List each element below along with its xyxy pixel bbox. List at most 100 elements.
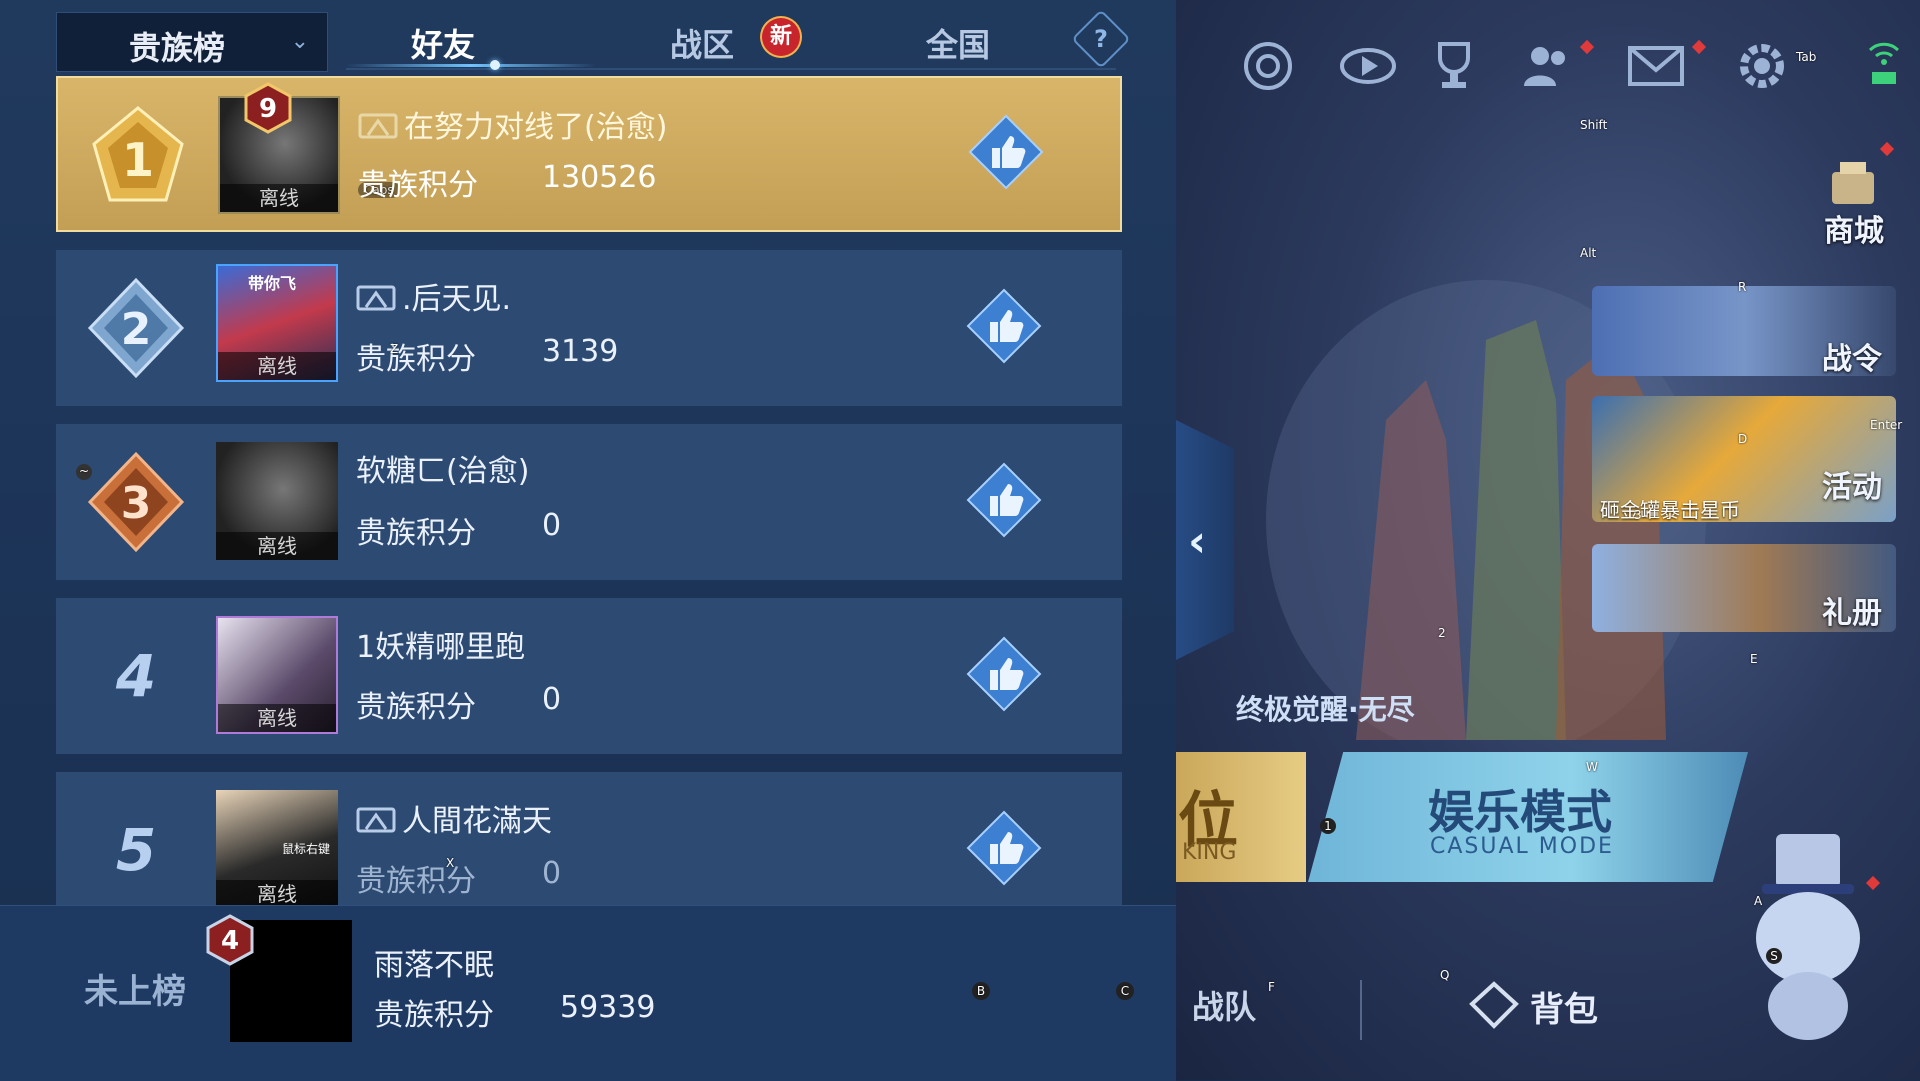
key-hint-enter: Enter — [1870, 418, 1903, 432]
leaderboard-row: 5 鼠标右键 离线 人間花滿天 贵族积分 X 0 — [56, 772, 1122, 905]
player-name: 在努力对线了(治愈) — [404, 110, 668, 145]
score-label: 贵族积分 — [356, 864, 476, 899]
tab-friends[interactable]: 好友 — [411, 20, 475, 66]
offline-label: 离线 — [218, 352, 336, 380]
thumbs-up-icon[interactable] — [966, 810, 1042, 886]
key-hint-e: E — [1750, 652, 1758, 666]
avatar[interactable]: 离线 — [216, 442, 338, 560]
key-hint-2: 2 — [1438, 626, 1446, 640]
shop-icon[interactable] — [1826, 156, 1880, 210]
notification-dot — [1691, 39, 1707, 55]
offline-label: 离线 — [218, 704, 336, 732]
shop-label[interactable]: 商城 — [1824, 206, 1884, 250]
friend-card-icon — [356, 807, 396, 833]
score-label: 贵族积分 — [356, 342, 476, 377]
leaderboard-panel: 贵族榜 ⌄ 好友 战区 新 全国 ? 1 离线 9 Caps 在努力对线了(治愈… — [0, 0, 1176, 1081]
key-hint-d: D — [1738, 432, 1748, 446]
tab-divider — [346, 68, 1116, 70]
key-hint-alt: Alt — [1580, 246, 1597, 260]
score-value: 0 — [542, 682, 562, 717]
backpack-icon — [1469, 981, 1519, 1029]
score-label: 贵族积分 — [358, 168, 478, 203]
key-hint-a: A — [1754, 894, 1763, 908]
collapse-panel-button[interactable]: ‹ — [1176, 420, 1234, 660]
key-hint-1: 1 — [1320, 818, 1336, 834]
player-name-line: 1妖精哪里跑 — [356, 622, 525, 666]
ranked-mode-button[interactable]: 位 KING — [1176, 752, 1306, 882]
help-button[interactable]: ? — [1071, 9, 1131, 69]
offline-label: 离线 — [216, 532, 338, 560]
mail-icon[interactable] — [1628, 38, 1684, 94]
battlepass-label: 战令 — [1822, 342, 1882, 376]
score-value: 0 — [542, 856, 562, 891]
friends-icon[interactable] — [1520, 38, 1576, 94]
active-tab-dot — [490, 60, 500, 70]
avatar[interactable]: 离线 — [216, 616, 338, 734]
activity-label: 活动 — [1822, 470, 1882, 505]
ranked-mode-sublabel: KING — [1182, 840, 1237, 865]
replay-icon[interactable] — [1340, 38, 1396, 94]
team-button[interactable]: 战队 — [1192, 982, 1256, 1028]
player-name-line: 人間花滿天 — [356, 796, 552, 840]
key-hint-b: B — [972, 982, 990, 1000]
noble-level: 4 — [221, 926, 239, 956]
active-tab-indicator — [346, 64, 596, 67]
player-name: 人間花滿天 — [402, 804, 552, 839]
player-name-line: .后天见. — [356, 274, 511, 318]
player-name-line: 软糖ㄈ(治愈) — [356, 446, 529, 490]
giftbook-label: 礼册 — [1822, 596, 1882, 631]
trophy-icon[interactable] — [1426, 38, 1482, 94]
rank-number: 2 — [121, 304, 152, 355]
offline-label: 离线 — [216, 880, 338, 905]
player-name-line: 在努力对线了(治愈) — [358, 102, 667, 146]
avatar-frame-text: 带你飞 — [248, 274, 297, 293]
player-name: 软糖ㄈ(治愈) — [356, 454, 530, 489]
key-hint-x: X — [446, 856, 455, 870]
rank-number: 5 — [115, 816, 157, 884]
mascot-character[interactable] — [1742, 826, 1872, 1046]
avatar[interactable]: 鼠标右键 离线 — [216, 790, 338, 905]
thumbs-up-icon[interactable] — [966, 636, 1042, 712]
question-icon: ? — [1094, 25, 1108, 53]
giftbook-card[interactable]: 礼册 — [1592, 544, 1896, 632]
leaderboard-row: ~ 3 离线 软糖ㄈ(治愈) 贵族积分 0 — [56, 424, 1122, 580]
chevron-left-icon: ‹ — [1188, 516, 1207, 567]
casual-mode-button[interactable]: 娱乐模式 CASUAL MODE — [1308, 752, 1748, 882]
leaderboard-row: 4 离线 1妖精哪里跑 贵族积分 0 — [56, 598, 1122, 754]
key-hint-w: W — [1586, 760, 1598, 774]
activity-subtitle: 砸金罐暴击星币 — [1600, 498, 1740, 522]
avatar[interactable]: 带你飞 离线 — [216, 264, 338, 382]
score-value: 0 — [542, 508, 562, 543]
offline-label: 离线 — [220, 184, 338, 212]
activity-card[interactable]: 活动 砸金罐暴击星币 — [1592, 396, 1896, 522]
thumbs-up-icon[interactable] — [966, 462, 1042, 538]
player-name: 1妖精哪里跑 — [356, 630, 526, 665]
battlepass-card[interactable]: 战令 — [1592, 286, 1896, 376]
key-hint-f: F — [1268, 980, 1275, 994]
silver-rank-emblem-icon: 2 — [87, 277, 185, 379]
key-hint-3: 3 — [1634, 508, 1642, 522]
key-hint-mouse-right: 鼠标右键 — [282, 842, 331, 856]
event-banner-text[interactable]: 终极觉醒·无尽 — [1236, 688, 1415, 728]
score-value: 3139 — [542, 334, 619, 369]
new-badge: 新 — [762, 18, 800, 56]
thumbs-up-icon[interactable] — [968, 114, 1044, 190]
leaderboard-row: 1 离线 9 Caps 在努力对线了(治愈) 贵族积分 130526 — [56, 76, 1122, 232]
score-label: 贵族积分 — [374, 998, 494, 1033]
tab-nation[interactable]: 全国 — [926, 20, 990, 66]
tab-bar: 贵族榜 ⌄ 好友 战区 新 全国 ? — [56, 9, 1131, 72]
gear-icon[interactable] — [1734, 38, 1790, 94]
key-hint-c: C — [1116, 982, 1134, 1000]
friend-card-icon — [356, 285, 396, 311]
noble-level: 9 — [259, 94, 277, 124]
my-name: 雨落不眠 — [374, 948, 494, 983]
tab-zone[interactable]: 战区 — [670, 20, 734, 66]
key-hint-r: R — [1738, 280, 1747, 294]
thumbs-up-icon[interactable] — [966, 288, 1042, 364]
chevron-down-icon: ⌄ — [290, 29, 309, 54]
board-type-dropdown[interactable]: 贵族榜 ⌄ — [56, 12, 328, 72]
target-icon[interactable] — [1240, 38, 1296, 94]
leaderboard-row: 2 带你飞 离线 .后天见. 贵族积分 Z 3139 — [56, 250, 1122, 406]
backpack-button[interactable]: 背包 — [1530, 982, 1598, 1031]
key-hint-q: Q — [1440, 968, 1450, 982]
